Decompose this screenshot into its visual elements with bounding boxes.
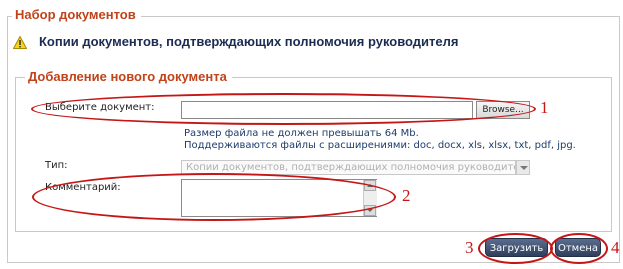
annotation-number-2: 2: [402, 186, 411, 205]
type-label: Тип:: [45, 160, 68, 171]
document-type-title: Копии документов, подтверждающих полномо…: [39, 34, 459, 49]
warning-icon: [13, 36, 27, 49]
annotation-ellipse-3: [478, 233, 553, 264]
annotation-ellipse-1: [31, 93, 536, 125]
annotation-number-4: 4: [611, 238, 620, 257]
section-title: Набор документов: [12, 7, 141, 22]
subsection-title: Добавление нового документа: [25, 69, 232, 84]
file-size-hint: Размер файла не должен превышать 64 Mb.: [184, 128, 419, 139]
annotation-ellipse-2: [32, 173, 396, 221]
file-extensions-hint: Поддерживаются файлы с расширениями: doc…: [184, 140, 576, 151]
chevron-down-icon[interactable]: [516, 160, 530, 175]
annotation-number-3: 3: [465, 238, 474, 257]
annotation-number-1: 1: [540, 98, 549, 117]
annotation-ellipse-4: [550, 233, 608, 264]
